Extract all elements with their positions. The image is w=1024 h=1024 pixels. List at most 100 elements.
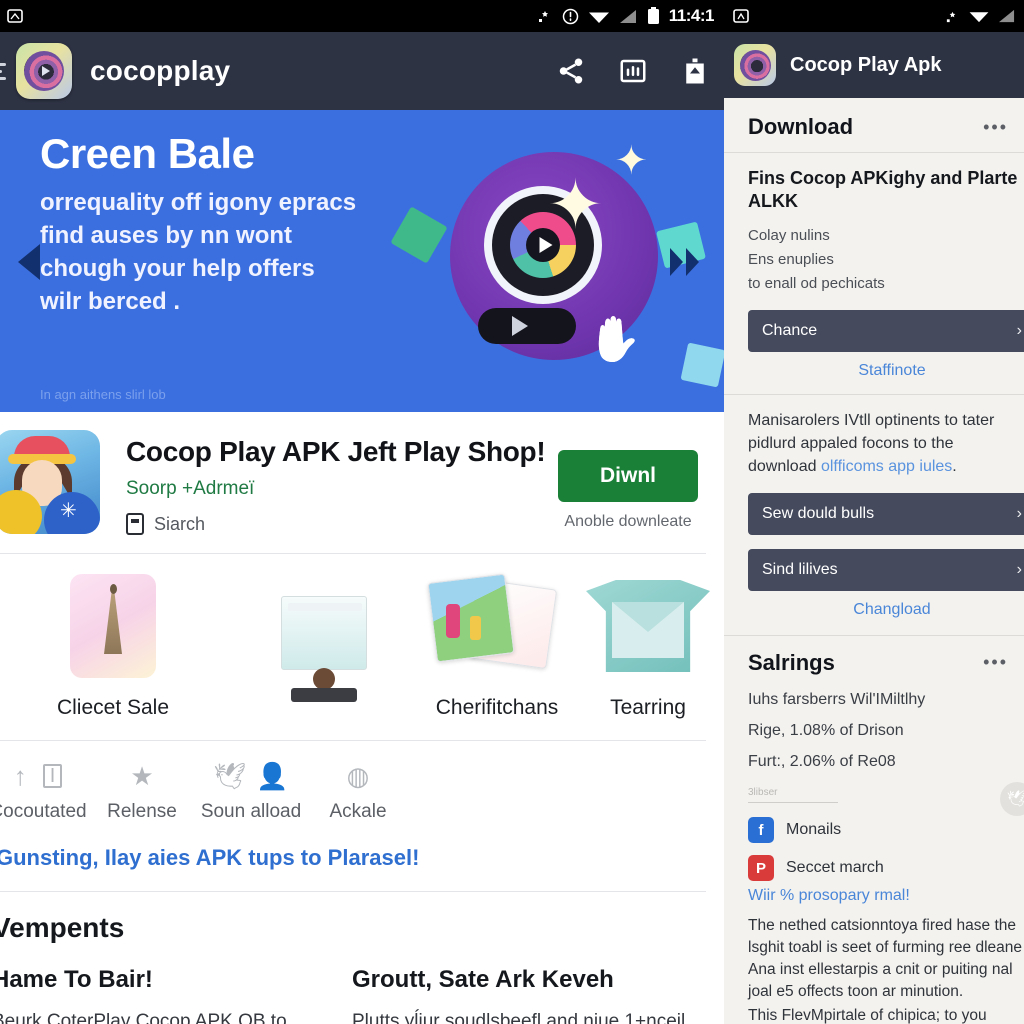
bullet-item: Ens enuplies — [748, 251, 834, 268]
promo-link[interactable]: Gunsting, Ilay aies APK tups to Plarasel… — [0, 845, 724, 871]
hand-cursor-icon: ✋ — [587, 315, 642, 364]
device-icon — [126, 513, 144, 535]
action-label: Soun alload — [200, 801, 302, 822]
column-heading: Groutt, Sate Ark Keveh — [352, 966, 614, 993]
social-label: Seccet march — [786, 859, 884, 877]
social-label: Monails — [786, 821, 842, 839]
hamburger-menu-icon[interactable] — [0, 62, 14, 80]
app-rules-link[interactable]: app iules — [888, 458, 952, 475]
column-body: Beurk CoterPlay Cocop APK OB to hiocon ©… — [0, 1011, 287, 1024]
twitter-icon[interactable]: 🕊 — [1000, 782, 1024, 816]
more-options-icon[interactable]: ••• — [983, 652, 1008, 673]
settings-stats: Iuhs farsberrs Wil'IMiltlhy Rige, 1.08% … — [748, 684, 1024, 778]
more-options-icon[interactable]: ••• — [983, 117, 1008, 138]
right-app-bar: Cocop Play Apk — [724, 32, 1024, 98]
column-heading: Hame To Bair! — [0, 966, 153, 993]
footer-paragraph: The nethed catsionntoya fired hase the l… — [748, 917, 1022, 1001]
divider — [748, 802, 838, 804]
right-status-bar — [724, 0, 1024, 32]
app-listing-body: Cocop Play APK Jeft Play Shop! Soorp +Ad… — [100, 430, 548, 535]
social-row[interactable]: P Seccet march — [748, 855, 1024, 882]
divider — [724, 394, 1024, 395]
action-item[interactable]: 🕊 👤 Soun alload — [194, 761, 308, 823]
banner-line-2: find auses by nn wont — [40, 222, 293, 250]
action-label: Ackale — [329, 801, 387, 822]
cocop-play-apk-icon — [734, 44, 776, 86]
changload-link[interactable]: Changload — [853, 601, 930, 618]
staffinote-link[interactable]: Staffinote — [858, 362, 925, 379]
pinterest-icon: P — [748, 855, 774, 882]
right-status-icons — [945, 8, 1016, 24]
category-row: Cliecet Sale Cherifitchans Tearring — [0, 554, 724, 720]
settings-section-title: Salrings — [748, 649, 835, 675]
chance-button[interactable]: Chance › — [748, 310, 1024, 352]
officoms-link[interactable]: olfficoms — [821, 458, 884, 475]
category-item[interactable]: Cliecet Sale — [0, 570, 226, 720]
app-bar: cocopplay — [0, 32, 724, 110]
category-item[interactable]: Cherifitchans — [422, 570, 572, 720]
screencast-icon — [946, 11, 956, 22]
app-bar-actions — [556, 56, 710, 86]
bullet-item: Colay nulins — [748, 227, 830, 244]
confetti-shape — [680, 342, 724, 388]
settings-body: Iuhs farsberrs Wil'IMiltlhy Rige, 1.08% … — [724, 682, 1024, 1024]
download-bullets: Colay nulins Ens enuplies to enall od pe… — [748, 224, 1024, 296]
wifi-icon — [969, 12, 989, 23]
upload-arrow-icon: ↑ I — [0, 761, 90, 791]
social-row[interactable]: f Monails 🕊 — [748, 782, 1024, 844]
facebook-icon: f — [748, 817, 774, 844]
button-label: Sew dould bulls — [762, 504, 875, 522]
sind-lilives-button[interactable]: Sind lilives › — [748, 548, 1024, 591]
app-title: Cocop Play APK Jeft Play Shop! — [126, 436, 546, 467]
download-card: Fins Cocop APKighy and Plarte ALKK Colay… — [724, 153, 1024, 635]
chance-button-label: Chance — [762, 322, 818, 339]
download-section-header: Download ••• — [724, 98, 1024, 152]
banner-line-4: wilr berced . — [40, 288, 181, 316]
library-icon[interactable] — [618, 56, 648, 86]
promo-banner: ✋ ✦ ✦ Creen Bale orrequality off igony e… — [0, 110, 724, 412]
primary-link-wrap: Staffinote — [748, 362, 1024, 380]
footer-paragraph-2: This FlevMpirtale of chipica; to you clo… — [748, 1007, 987, 1024]
banner-heading: Creen Bale — [40, 130, 255, 177]
app-developer[interactable]: Soorp +Adrmeï — [126, 478, 548, 500]
download-note: Anoble downleate — [564, 513, 692, 530]
cocopplay-app-icon — [16, 43, 72, 99]
wifi-icon — [588, 12, 609, 23]
category-label: Cliecet Sale — [56, 696, 170, 719]
category-item[interactable] — [226, 594, 422, 720]
signal-icon — [999, 9, 1015, 23]
share-icon[interactable] — [556, 56, 586, 86]
category-item[interactable]: Tearring — [572, 570, 724, 720]
section-title: Vempents — [0, 912, 125, 943]
action-item[interactable]: ↑ I Cocoutated — [0, 761, 90, 823]
chevron-left-icon[interactable] — [6, 238, 48, 286]
action-row: ↑ I Cocoutated ★ Relense 🕊👤 Soun alload … — [0, 741, 724, 823]
download-icon[interactable] — [680, 56, 710, 86]
secondary-link-wrap: Changload — [748, 601, 1024, 619]
notification-icon — [733, 9, 749, 23]
tshirt-envelope-icon — [572, 570, 724, 682]
download-button[interactable]: Diwnl — [558, 450, 698, 502]
chevron-double-right-icon[interactable] — [662, 238, 708, 286]
info-columns: Hame To Bair! Beurk CoterPlay Cocop APK … — [0, 966, 724, 1024]
app-listing-row: Cocop Play APK Jeft Play Shop! Soorp +Ad… — [0, 412, 724, 549]
notification-icon — [7, 9, 23, 23]
left-phone-panel: 11:4:1 cocopplay ✋ ✦ ✦ Creen Bale orrequ… — [0, 0, 724, 1024]
screenshot-root: 11:4:1 cocopplay ✋ ✦ ✦ Creen Bale orrequ… — [0, 0, 1024, 1024]
action-item[interactable]: ◍ Ackale — [308, 761, 408, 823]
banner-footnote: In agn aithens slirl lob — [40, 387, 166, 402]
sparkle-icon: ✦ — [614, 139, 648, 183]
bullet-item: to enall od pechicats — [748, 275, 885, 292]
category-label: Tearring — [610, 696, 686, 719]
status-bar-clock: 11:4:1 — [668, 6, 715, 25]
banner-copy: Creen Bale orrequality off igony epracs … — [40, 130, 470, 319]
sparkle-icon: ✦ — [547, 167, 604, 243]
status-bar: 11:4:1 — [0, 0, 724, 32]
download-section-title: Download — [748, 114, 854, 139]
action-item[interactable]: ★ Relense — [90, 761, 194, 823]
sew-dould-bulls-button[interactable]: Sew dould bulls › — [748, 492, 1024, 535]
download-card-heading: Fins Cocop APKighy and Plarte ALKK — [748, 168, 1018, 211]
status-bar-right: 11:4:1 — [537, 6, 718, 26]
footer-link[interactable]: Wiir % prosopary rmal! — [748, 887, 1024, 905]
column-body: Plutts yĺiur soudlsbeefl and niue 1+ncei… — [352, 1011, 686, 1024]
